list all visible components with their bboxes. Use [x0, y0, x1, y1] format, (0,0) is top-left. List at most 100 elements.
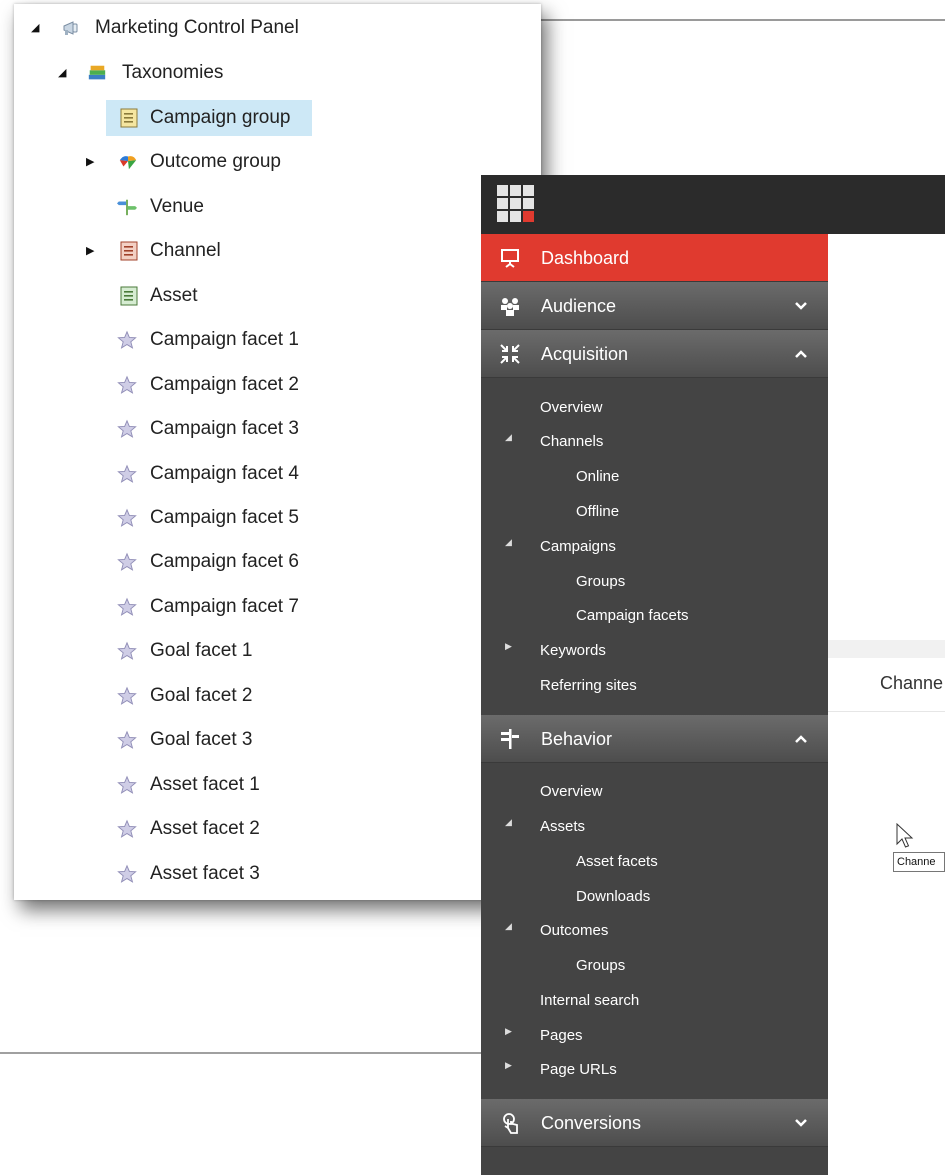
nav-item-campaigns[interactable]: Campaigns — [540, 537, 616, 557]
nav-item-overview[interactable]: Overview — [540, 398, 603, 418]
chevron-down-icon[interactable] — [793, 1115, 809, 1131]
audience-icon — [499, 295, 521, 317]
tree-node-label: Goal facet 2 — [150, 685, 253, 706]
analytics-sidebar: Dashboard Audience Acquisition Overview … — [481, 234, 828, 1175]
tree-node-campaign-group[interactable]: Campaign group — [14, 100, 541, 136]
nav-behavior-label: Behavior — [541, 729, 613, 749]
collapse-icon[interactable]: ◢ — [58, 67, 70, 79]
nav-item-online[interactable]: Online — [576, 467, 619, 487]
expand-triangle-icon[interactable]: ▶ — [505, 641, 515, 651]
nav-item-asset-facets[interactable]: Asset facets — [576, 852, 658, 872]
tree-node-label: Goal facet 3 — [150, 729, 253, 750]
collapse-icon[interactable]: ◢ — [31, 22, 43, 34]
collapse-triangle-icon[interactable]: ◢ — [505, 432, 515, 442]
signpost-icon — [499, 728, 521, 750]
chevron-up-icon[interactable] — [793, 346, 809, 362]
expand-icon[interactable]: ▶ — [86, 245, 98, 257]
tree-node-label: Venue — [150, 196, 204, 217]
tree-node-goal-facet-1[interactable]: Goal facet 1 — [14, 633, 541, 669]
star-icon — [117, 375, 137, 395]
tree-node-asset-facet-1[interactable]: Asset facet 1 — [14, 767, 541, 803]
star-icon — [117, 464, 137, 484]
tree-node-campaign-facet-6[interactable]: Campaign facet 6 — [14, 544, 541, 580]
tree-node-goal-facet-2[interactable]: Goal facet 2 — [14, 678, 541, 714]
megaphone-icon — [61, 18, 81, 38]
star-icon — [117, 330, 137, 350]
star-icon — [117, 552, 137, 572]
nav-item-internal-search[interactable]: Internal search — [540, 991, 639, 1011]
nav-conversions[interactable]: Conversions — [481, 1099, 828, 1147]
nav-item-groups[interactable]: Groups — [576, 956, 625, 976]
nav-acquisition-label: Acquisition — [541, 344, 629, 364]
chevron-down-icon[interactable] — [793, 298, 809, 314]
nav-item-assets[interactable]: Assets — [540, 817, 585, 837]
tree-node-campaign-facet-5[interactable]: Campaign facet 5 — [14, 500, 541, 536]
star-icon — [117, 686, 137, 706]
nav-item-referring-sites[interactable]: Referring sites — [540, 676, 637, 696]
tree-node-label: Campaign facet 4 — [150, 463, 299, 484]
expand-triangle-icon[interactable]: ▶ — [505, 1026, 515, 1036]
tree-node-label: Asset facet 1 — [150, 774, 260, 795]
channels-panel-header: Channe — [828, 658, 945, 712]
tree-node-label: Campaign facet 7 — [150, 596, 299, 617]
tree-node-label: Taxonomies — [122, 62, 224, 83]
tree-node-venue[interactable]: Venue — [14, 189, 541, 225]
star-icon — [117, 508, 137, 528]
tree-node-campaign-facet-3[interactable]: Campaign facet 3 — [14, 411, 541, 447]
star-icon — [117, 864, 137, 884]
nav-item-overview[interactable]: Overview — [540, 782, 603, 802]
tree-node-label: Goal facet 1 — [150, 640, 253, 661]
tree-node-campaign-facet-4[interactable]: Campaign facet 4 — [14, 456, 541, 492]
nav-item-offline[interactable]: Offline — [576, 502, 619, 522]
expand-triangle-icon[interactable]: ▶ — [505, 1060, 515, 1070]
tree-node-campaign-facet-2[interactable]: Campaign facet 2 — [14, 367, 541, 403]
list-icon-red — [119, 241, 139, 261]
tree-node-asset-facet-2[interactable]: Asset facet 2 — [14, 811, 541, 847]
channels-panel-title: Channe — [880, 673, 944, 693]
background-divider-bottom — [0, 1052, 490, 1054]
touch-icon — [499, 1112, 521, 1134]
analytics-app-window: Channe Channe Dashboard Audience Acquisi… — [481, 175, 945, 1175]
nav-item-campaign-facets[interactable]: Campaign facets — [576, 606, 689, 626]
nav-behavior[interactable]: Behavior — [481, 715, 828, 763]
tree-node-label: Channel — [150, 240, 221, 261]
tree-node-marketing-control-panel[interactable]: ◢ Marketing Control Panel — [14, 10, 541, 46]
tree-node-asset[interactable]: Asset — [14, 278, 541, 314]
tree-node-asset-facet-3[interactable]: Asset facet 3 — [14, 856, 541, 892]
tree-node-label: Campaign facet 2 — [150, 374, 299, 395]
list-icon-yellow — [119, 108, 139, 128]
tree-node-outcome-group[interactable]: ▶ Outcome group — [14, 144, 541, 180]
list-icon-green — [119, 286, 139, 306]
tree-node-label: Campaign facet 1 — [150, 329, 299, 350]
books-icon — [87, 63, 107, 83]
puzzle-icon — [118, 152, 138, 172]
background-divider-top — [540, 19, 945, 21]
tree-node-channel[interactable]: ▶ Channel — [14, 233, 541, 269]
nav-item-groups[interactable]: Groups — [576, 572, 625, 592]
nav-item-channels[interactable]: Channels — [540, 432, 603, 452]
collapse-triangle-icon[interactable]: ◢ — [505, 921, 515, 931]
star-icon — [117, 819, 137, 839]
nav-audience-label: Audience — [541, 296, 617, 316]
content-separator — [828, 640, 945, 658]
nav-item-outcomes[interactable]: Outcomes — [540, 921, 608, 941]
tree-node-campaign-facet-7[interactable]: Campaign facet 7 — [14, 589, 541, 625]
tree-node-label: Campaign facet 3 — [150, 418, 299, 439]
nav-item-keywords[interactable]: Keywords — [540, 641, 606, 661]
nav-audience[interactable]: Audience — [481, 282, 828, 330]
expand-icon[interactable]: ▶ — [86, 156, 98, 168]
tree-node-campaign-facet-1[interactable]: Campaign facet 1 — [14, 322, 541, 358]
tree-node-taxonomies[interactable]: ◢ Taxonomies — [14, 55, 541, 91]
mouse-cursor-icon — [896, 822, 916, 851]
tree-node-goal-facet-3[interactable]: Goal facet 3 — [14, 722, 541, 758]
nav-acquisition[interactable]: Acquisition — [481, 330, 828, 378]
collapse-triangle-icon[interactable]: ◢ — [505, 817, 515, 827]
nav-item-downloads[interactable]: Downloads — [576, 887, 650, 907]
chevron-up-icon[interactable] — [793, 731, 809, 747]
app-launcher-icon[interactable] — [497, 185, 535, 223]
collapse-triangle-icon[interactable]: ◢ — [505, 537, 515, 547]
nav-item-page-urls[interactable]: Page URLs — [540, 1060, 617, 1080]
nav-item-pages[interactable]: Pages — [540, 1026, 583, 1046]
star-icon — [117, 641, 137, 661]
nav-dashboard[interactable]: Dashboard — [481, 234, 828, 282]
